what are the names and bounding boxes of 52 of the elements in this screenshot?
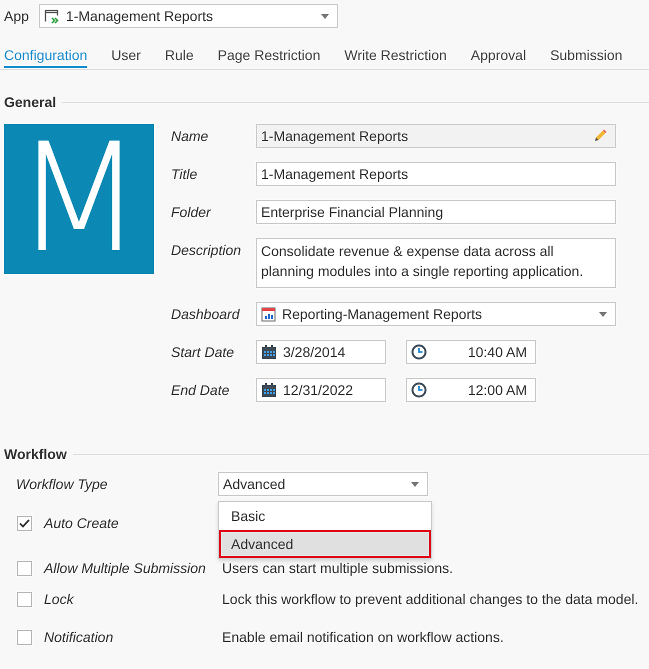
date-field[interactable]: 3/28/2014 [256, 340, 386, 364]
caret-icon [411, 482, 419, 486]
pencil-icon [593, 129, 607, 143]
workflow-type-select[interactable]: Advanced [218, 472, 428, 496]
tab[interactable]: User [111, 42, 141, 68]
calendar-icon [261, 382, 277, 398]
field-label: Workflow Type [16, 476, 109, 492]
option-description: Lock this workflow to prevent additional changes to the data model. [222, 591, 638, 607]
field-label: Folder [171, 203, 212, 222]
description-field[interactable]: Consolidate revenue & expense data across all planning modules into a single reporting application. [256, 238, 616, 288]
dropdown-option[interactable]: Advanced [219, 530, 431, 558]
clock-icon [411, 344, 427, 360]
tab[interactable]: Submission [550, 42, 622, 68]
app-logo: M [4, 124, 154, 274]
tab[interactable]: Rule [164, 42, 194, 68]
field-label: Name [171, 127, 210, 146]
calendar-icon [261, 344, 277, 360]
option-label: Notification [44, 629, 114, 645]
dashboard-select[interactable]: Reporting-Management Reports [256, 302, 616, 326]
text-field[interactable]: 1-Management Reports [256, 162, 616, 186]
field-label: End Date [171, 381, 230, 400]
date-field[interactable]: 12/31/2022 [256, 378, 386, 402]
time-field[interactable]: 12:00 AM [406, 378, 536, 402]
tab[interactable]: Write Restriction [344, 42, 447, 68]
name-field[interactable]: 1-Management Reports [256, 124, 616, 148]
option-description: Enable email notification on workflow actions. [222, 629, 504, 645]
app-icon [44, 8, 60, 24]
checkbox[interactable] [17, 592, 32, 606]
section-title: Workflow [4, 446, 67, 462]
section-title: General [4, 94, 56, 110]
dropdown-option[interactable]: Basic [219, 502, 431, 530]
app-label: App [4, 8, 29, 24]
option-description: Users can start multiple submissions. [222, 560, 454, 576]
checkbox[interactable] [17, 630, 32, 644]
option-label: Allow Multiple Submission [44, 560, 207, 576]
option-label: Auto Create [44, 515, 120, 531]
dashboard-icon [261, 306, 276, 322]
time-field[interactable]: 10:40 AM [406, 340, 536, 364]
checkbox[interactable] [17, 561, 32, 576]
field-label: Start Date [171, 343, 236, 362]
tab[interactable]: Page Restriction [218, 42, 320, 68]
checkbox[interactable] [17, 516, 32, 530]
field-label: Title [171, 165, 198, 184]
app-select[interactable]: 1-Management Reports [38, 4, 338, 28]
field-label: Description [171, 241, 242, 260]
tab[interactable]: Approval [470, 42, 526, 68]
caret-icon [599, 312, 607, 316]
caret-icon [320, 14, 329, 18]
clock-icon [411, 382, 427, 398]
text-field[interactable]: Enterprise Financial Planning [256, 200, 616, 224]
option-label: Lock [44, 591, 75, 607]
field-label: Dashboard [171, 305, 241, 324]
